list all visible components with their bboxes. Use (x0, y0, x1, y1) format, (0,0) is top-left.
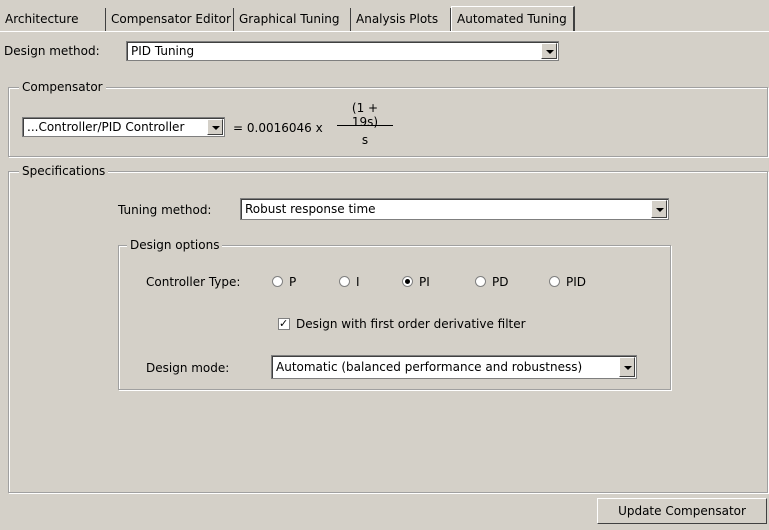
tab-divider (0, 31, 769, 32)
radio-pd-label: PD (492, 275, 509, 289)
compensator-gain: = 0.0016046 x (233, 121, 323, 135)
compensator-block-select[interactable]: ...Controller/PID Controller (22, 117, 225, 137)
tab-architecture[interactable]: Architecture (0, 8, 106, 31)
tab-compensator-editor[interactable]: Compensator Editor (106, 8, 234, 31)
controller-type-label: Controller Type: (146, 275, 241, 289)
design-options-title: Design options (127, 238, 223, 252)
radio-pi-circle[interactable] (402, 276, 413, 287)
radio-p-label: P (289, 275, 297, 289)
design-mode-value: Automatic (balanced performance and robu… (276, 360, 583, 374)
update-compensator-button[interactable]: Update Compensator (597, 498, 767, 524)
tab-strip: Architecture Compensator Editor Graphica… (0, 0, 769, 32)
tab-analysis-plots[interactable]: Analysis Plots (351, 8, 451, 31)
controller-type-radio-group: P I PI PD PID (272, 274, 612, 290)
tab-automated-tuning[interactable]: Automated Tuning (451, 6, 575, 32)
radio-pi-label: PI (419, 275, 430, 289)
fraction-bar (337, 125, 393, 126)
radio-i-circle[interactable] (339, 276, 350, 287)
radio-p[interactable]: P (272, 274, 296, 290)
tuning-method-label: Tuning method: (118, 203, 212, 217)
chevron-down-icon[interactable] (541, 43, 557, 59)
radio-i-label: I (356, 275, 360, 289)
derivative-filter-checkbox[interactable] (278, 316, 290, 332)
design-mode-select[interactable]: Automatic (balanced performance and robu… (271, 355, 637, 379)
design-method-value: PID Tuning (131, 44, 195, 58)
chevron-down-icon[interactable] (651, 200, 667, 218)
radio-pid[interactable]: PID (549, 274, 586, 290)
compensator-title: Compensator (19, 80, 106, 94)
compensator-block-value: ...Controller/PID Controller (27, 120, 185, 134)
radio-i[interactable]: I (339, 274, 360, 290)
radio-pid-label: PID (566, 275, 587, 289)
derivative-filter-label: Design with first order derivative filte… (296, 317, 526, 331)
radio-pd-circle[interactable] (475, 276, 486, 287)
design-method-label: Design method: (4, 44, 100, 58)
derivative-filter-option[interactable]: Design with first order derivative filte… (278, 316, 526, 332)
radio-pd[interactable]: PD (475, 274, 508, 290)
radio-pi[interactable]: PI (402, 274, 430, 290)
radio-pid-circle[interactable] (549, 276, 560, 287)
tuning-method-select[interactable]: Robust response time (240, 198, 669, 220)
tuning-method-value: Robust response time (245, 202, 376, 216)
specifications-title: Specifications (19, 164, 109, 178)
chevron-down-icon[interactable] (207, 119, 223, 135)
radio-p-circle[interactable] (272, 276, 283, 287)
compensator-denominator: s (361, 133, 369, 147)
chevron-down-icon[interactable] (619, 357, 635, 377)
design-mode-label: Design mode: (146, 361, 230, 375)
design-method-select[interactable]: PID Tuning (126, 41, 559, 61)
tab-graphical-tuning[interactable]: Graphical Tuning (234, 8, 351, 31)
